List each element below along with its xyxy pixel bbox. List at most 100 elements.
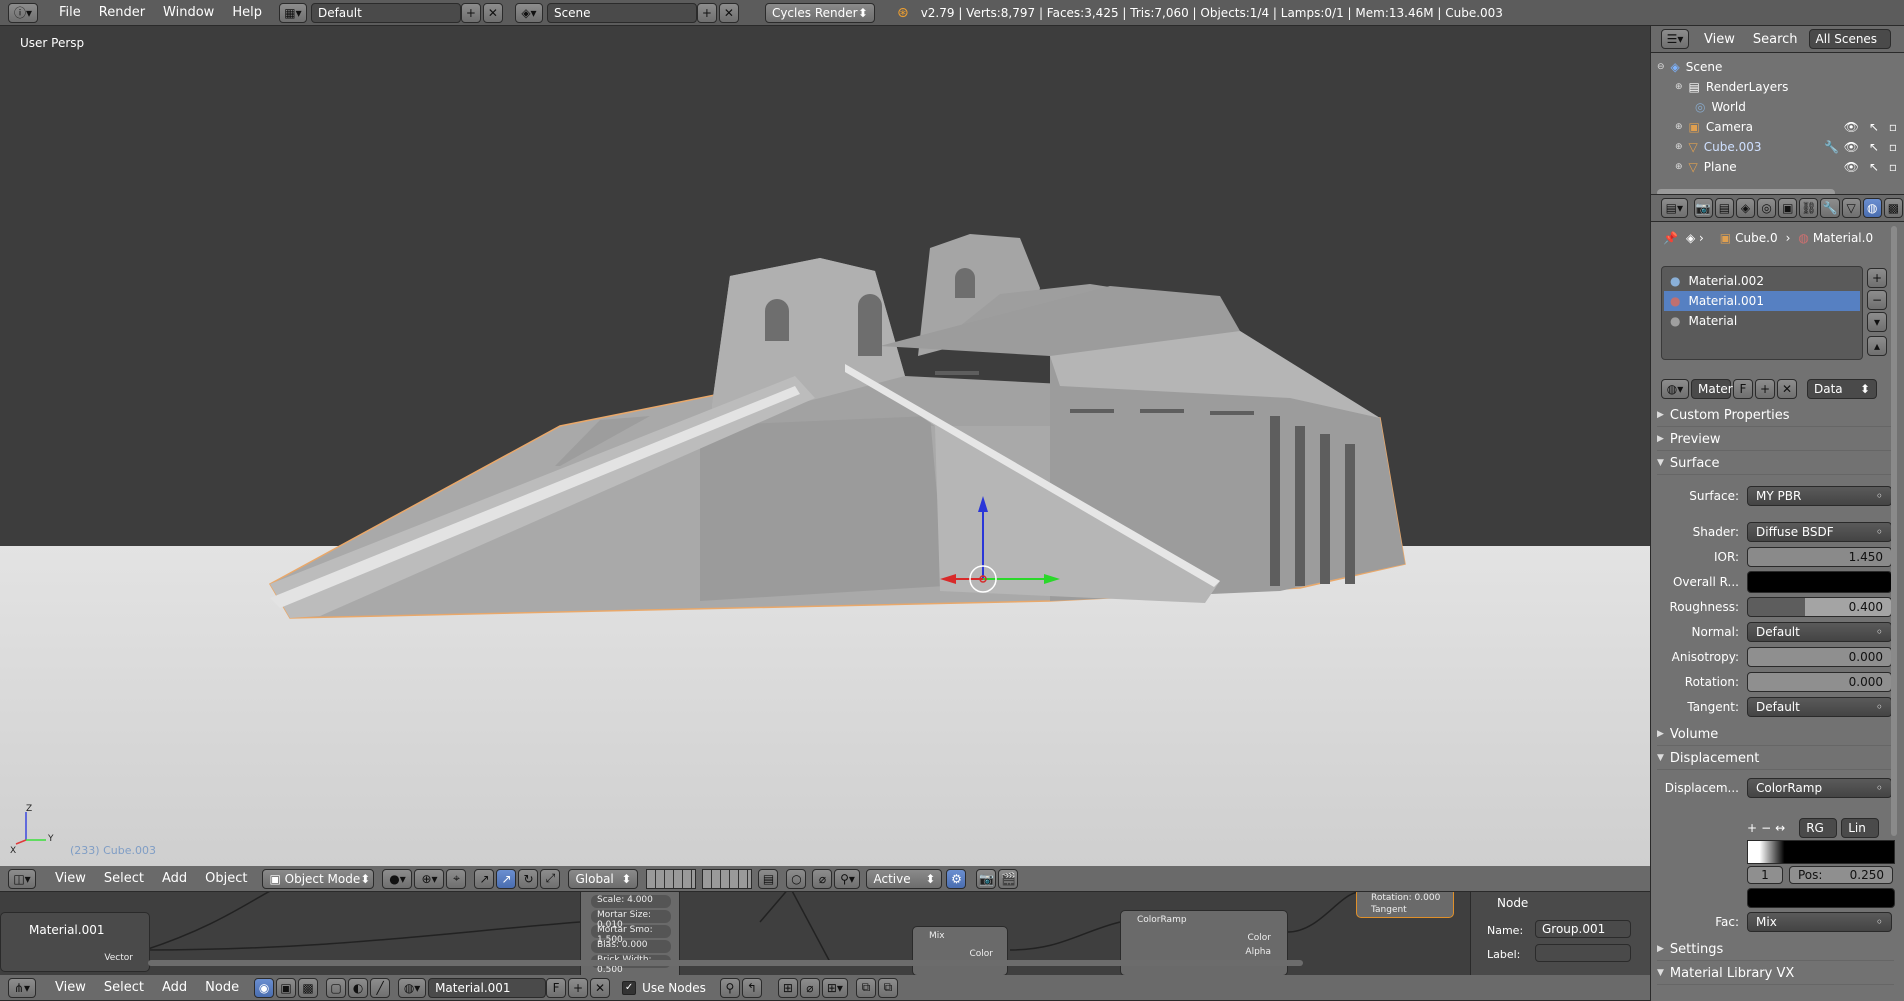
select-arrow-icon[interactable]: ↖ bbox=[1869, 160, 1879, 174]
material-slot-selected[interactable]: ● Material.001 bbox=[1664, 291, 1860, 311]
remove-layout-icon[interactable]: ✕ bbox=[482, 2, 503, 23]
editor-type-node-icon[interactable]: ⋔▾ bbox=[8, 977, 36, 998]
material-tab-icon[interactable]: ◍ bbox=[1862, 198, 1882, 218]
outliner-menu-search[interactable]: Search bbox=[1744, 32, 1807, 47]
panel-preview[interactable]: ▶ Preview bbox=[1657, 428, 1894, 451]
add-scene-icon[interactable]: + bbox=[696, 2, 717, 23]
shader-dropdown[interactable]: Diffuse BSDF ◦ bbox=[1747, 522, 1892, 542]
scene-field[interactable]: Scene bbox=[546, 2, 697, 23]
manipulator-toggle-icon[interactable]: ⌖ bbox=[446, 868, 467, 889]
roughness-slider[interactable]: 0.400 bbox=[1747, 597, 1892, 617]
modifier-tab-icon[interactable]: 🔧 bbox=[1820, 198, 1840, 218]
color-mode-dropdown[interactable]: RG bbox=[1799, 818, 1838, 838]
node-name-field[interactable]: Group.001 bbox=[1535, 920, 1631, 938]
displacement-dropdown[interactable]: ColorRamp ◦ bbox=[1747, 778, 1892, 798]
snap-element-icon[interactable]: ⚲▾ bbox=[834, 868, 861, 889]
render-camera-icon[interactable]: ▫ bbox=[1889, 120, 1897, 134]
texture-tab-icon[interactable]: ▩ bbox=[1883, 198, 1903, 218]
object-tab-icon[interactable]: ▣ bbox=[1778, 198, 1798, 218]
shading-icon[interactable]: ●▾ bbox=[382, 868, 413, 889]
properties-scrollbar[interactable] bbox=[1891, 226, 1897, 836]
snap-node-icon[interactable]: ⊞ bbox=[777, 977, 798, 998]
rotate-icon[interactable]: ↻ bbox=[518, 868, 539, 889]
remove-slot-icon[interactable]: − bbox=[1867, 290, 1887, 310]
normal-dropdown[interactable]: Default ◦ bbox=[1747, 622, 1892, 642]
tangent-dropdown[interactable]: Default ◦ bbox=[1747, 697, 1892, 717]
slot-specials-icon[interactable]: ▾ bbox=[1867, 312, 1887, 332]
node-menu-node[interactable]: Node bbox=[196, 980, 248, 995]
orientation-dropdown[interactable]: Global ⬍ bbox=[568, 868, 639, 889]
menu-view[interactable]: View bbox=[46, 871, 95, 886]
menu-object[interactable]: Object bbox=[196, 871, 256, 886]
interpolation-dropdown[interactable]: Lin bbox=[1841, 818, 1880, 838]
node-editor-scrollbar[interactable] bbox=[148, 960, 1303, 966]
colorramp-gradient[interactable] bbox=[1747, 840, 1895, 864]
render-camera-icon[interactable]: ▫ bbox=[1889, 160, 1897, 174]
screen-layout-field[interactable]: Default bbox=[310, 2, 461, 23]
material-browse-icon[interactable]: ◍▾ bbox=[398, 977, 427, 998]
flip-ramp-icon[interactable]: ↔ bbox=[1775, 821, 1785, 835]
outliner-row-scene[interactable]: ⊖ ◈ Scene bbox=[1651, 57, 1904, 77]
node-menu-select[interactable]: Select bbox=[95, 980, 153, 995]
object-shader-icon[interactable]: ▢ bbox=[326, 977, 347, 998]
add-slot-icon[interactable]: + bbox=[1867, 268, 1887, 288]
material-field[interactable]: Materi bbox=[1691, 379, 1736, 399]
editor-type-outliner-icon[interactable]: ☰▾ bbox=[1661, 29, 1689, 49]
material-slot[interactable]: ● Material.002 bbox=[1664, 271, 1860, 291]
select-arrow-icon[interactable]: ↖ bbox=[1869, 140, 1879, 154]
add-stop-icon[interactable]: + bbox=[1747, 821, 1757, 835]
snap-target-dropdown[interactable]: Active ⬍ bbox=[866, 868, 943, 889]
scale-icon[interactable]: ⤢ bbox=[540, 868, 561, 889]
material-browse-icon[interactable]: ◍▾ bbox=[1661, 379, 1689, 399]
renderlayer-tab-icon[interactable]: ▤ bbox=[1714, 198, 1734, 218]
link-dropdown[interactable]: Data ⬍ bbox=[1807, 379, 1877, 399]
scene-tab-icon[interactable]: ◈ bbox=[1735, 198, 1756, 218]
panel-material-library[interactable]: ▼ Material Library VX bbox=[1657, 962, 1894, 985]
visibility-eye-icon[interactable]: 👁 bbox=[1844, 140, 1859, 154]
select-arrow-icon[interactable]: ↖ bbox=[1869, 120, 1879, 134]
stop-index-field[interactable]: 1 bbox=[1747, 866, 1783, 884]
panel-custom-properties[interactable]: ▶ Custom Properties bbox=[1657, 404, 1894, 427]
shader-nodes-icon[interactable]: ◉ bbox=[254, 977, 275, 998]
material-node[interactable]: Material.001 Vector bbox=[0, 912, 150, 972]
render-icon[interactable]: 📷 bbox=[976, 868, 997, 889]
brick-field-mortar-size[interactable]: Mortar Size: 0.010 bbox=[591, 910, 671, 930]
paste-icon[interactable]: ⧉ bbox=[877, 977, 898, 998]
auto-merge-icon[interactable]: ⚙ bbox=[946, 868, 967, 889]
mode-dropdown[interactable]: ▣ Object Mode ⬍ bbox=[262, 868, 375, 889]
layer-buttons-2[interactable] bbox=[702, 868, 753, 889]
layer-buttons-1[interactable] bbox=[646, 868, 697, 889]
line-style-icon[interactable]: ╱ bbox=[370, 977, 391, 998]
scene-icon[interactable]: ◈▾ bbox=[514, 2, 543, 23]
outliner-row-cube003[interactable]: ⊕ ▽ Cube.003 🔧 👁 ↖ ▫ bbox=[1651, 137, 1904, 157]
material-slot[interactable]: ● Material bbox=[1664, 311, 1860, 331]
constraint-tab-icon[interactable]: ⛓ bbox=[1799, 198, 1819, 218]
panel-displacement[interactable]: ▼ Displacement bbox=[1657, 747, 1894, 770]
render-engine-dropdown[interactable]: Cycles Render ⬍ bbox=[764, 2, 875, 23]
outliner-filter-dropdown[interactable]: All Scenes bbox=[1808, 29, 1891, 49]
add-layout-icon[interactable]: + bbox=[460, 2, 481, 23]
panel-surface[interactable]: ▼ Surface bbox=[1657, 452, 1894, 475]
node-editor[interactable]: Material.001 Vector Scale: 4.000 Mortar … bbox=[0, 892, 1650, 975]
outliner-row-renderlayers[interactable]: ⊕ ▤ RenderLayers bbox=[1651, 77, 1904, 97]
pin-icon[interactable]: 📌 bbox=[1663, 231, 1678, 245]
data-tab-icon[interactable]: ▽ bbox=[1841, 198, 1861, 218]
brick-field-scale[interactable]: Scale: 4.000 bbox=[591, 895, 671, 908]
rotation-slider[interactable]: 0.000 bbox=[1747, 672, 1892, 692]
brick-field-mortar-smooth[interactable]: Mortar Smo: 1.500 bbox=[591, 925, 671, 945]
use-nodes-checkbox[interactable]: ✓ Use Nodes bbox=[622, 980, 706, 995]
lock-layers-icon[interactable]: ▤ bbox=[758, 868, 779, 889]
visibility-eye-icon[interactable]: 👁 bbox=[1844, 160, 1859, 174]
remove-scene-icon[interactable]: ✕ bbox=[718, 2, 739, 23]
overall-color-swatch[interactable] bbox=[1747, 571, 1892, 593]
fake-user-button[interactable]: F bbox=[1733, 379, 1753, 399]
node-menu-add[interactable]: Add bbox=[153, 980, 196, 995]
unlink-material-icon[interactable]: ✕ bbox=[590, 977, 611, 998]
mix-node[interactable]: Mix Color bbox=[912, 926, 1008, 975]
snap-node-mode-icon[interactable]: ⊞▾ bbox=[821, 977, 848, 998]
screen-layout-icon[interactable]: ▦▾ bbox=[278, 2, 307, 23]
menu-select[interactable]: Select bbox=[95, 871, 153, 886]
menu-render[interactable]: Render bbox=[90, 5, 154, 20]
copy-icon[interactable]: ⧉ bbox=[855, 977, 876, 998]
anisotropy-field[interactable]: 0.000 bbox=[1747, 647, 1892, 667]
